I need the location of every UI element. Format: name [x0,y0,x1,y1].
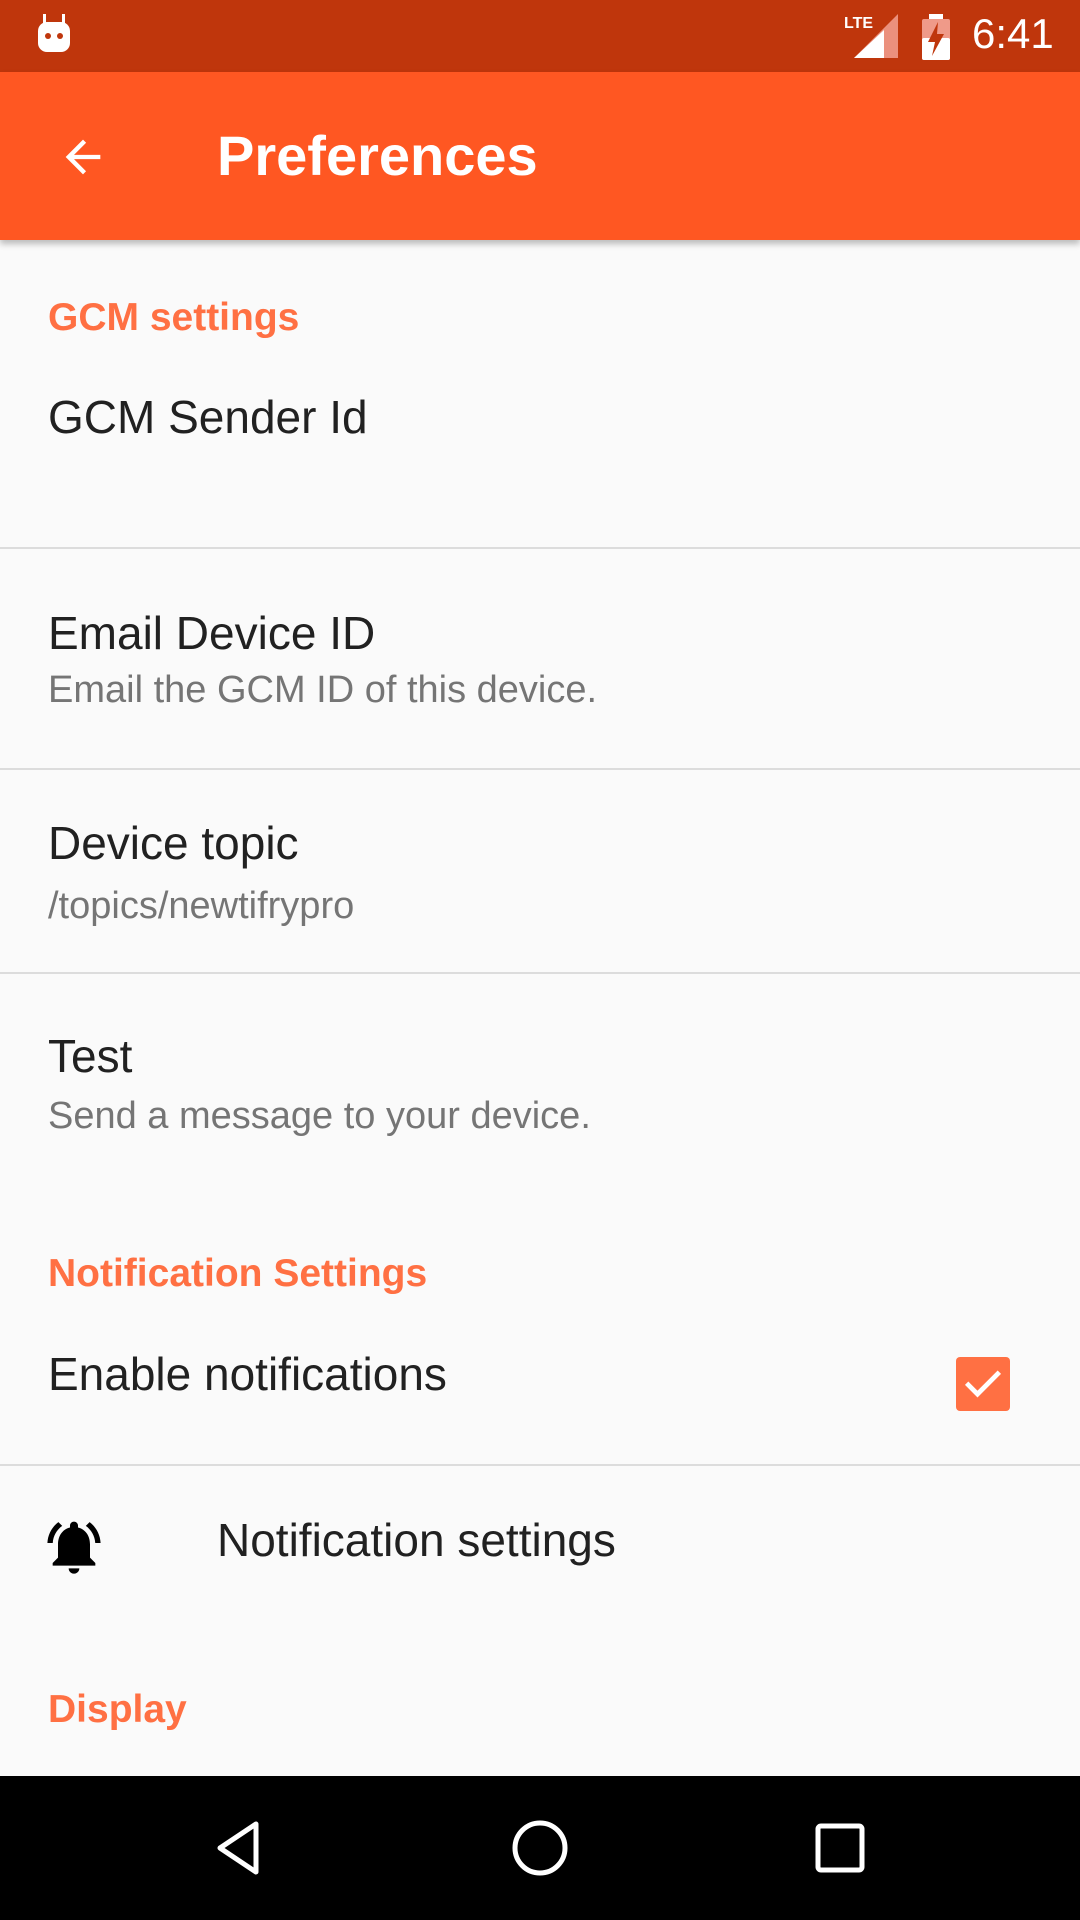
pref-title: Enable notifications [48,1348,447,1400]
section-header-display: Display [48,1688,187,1731]
back-button[interactable] [50,124,116,190]
enable-notifications-checkbox[interactable] [956,1357,1010,1411]
lte-label: LTE [844,15,873,32]
preferences-list: GCM settings GCM Sender Id Email Device … [0,240,1080,1776]
clock-time: 6:41 [972,10,1054,57]
home-circle-icon[interactable] [508,1816,572,1880]
pref-title: Test [48,1030,133,1082]
pref-device-topic[interactable]: Device topic /topics/newtifrypro [0,770,1080,972]
section-header-notifications: Notification Settings [48,1252,428,1295]
pref-summary: /topics/newtifrypro [48,885,355,927]
page-title: Preferences [217,124,538,187]
back-triangle-icon[interactable] [208,1816,272,1880]
pref-title: Email Device ID [48,607,376,659]
section-header-gcm: GCM settings [48,296,300,339]
app-bar: Preferences [0,72,1080,240]
recents-square-icon[interactable] [808,1816,872,1880]
status-bar: LTE 6:41 [0,0,1080,72]
arrow-back-icon [65,139,101,175]
pref-summary: Email the GCM ID of this device. [48,669,598,711]
pref-summary: Send a message to your device. [48,1095,591,1137]
checkmark-icon [964,1370,1002,1398]
pref-title: Notification settings [217,1514,616,1566]
battery-charging-icon [922,14,950,60]
android-app-icon [38,14,70,52]
pref-email-device-id[interactable]: Email Device ID Email the GCM ID of this… [0,549,1080,768]
pref-title: Device topic [48,817,299,869]
pref-enable-notifications[interactable]: Enable notifications [0,1296,1080,1454]
pref-title: GCM Sender Id [48,391,368,443]
bell-icon [47,1521,101,1574]
lte-signal-icon: LTE [844,14,898,58]
system-nav-bar [0,1776,1080,1920]
pref-test[interactable]: Test Send a message to your device. [0,974,1080,1194]
pref-notification-settings[interactable]: Notification settings [0,1466,1080,1636]
